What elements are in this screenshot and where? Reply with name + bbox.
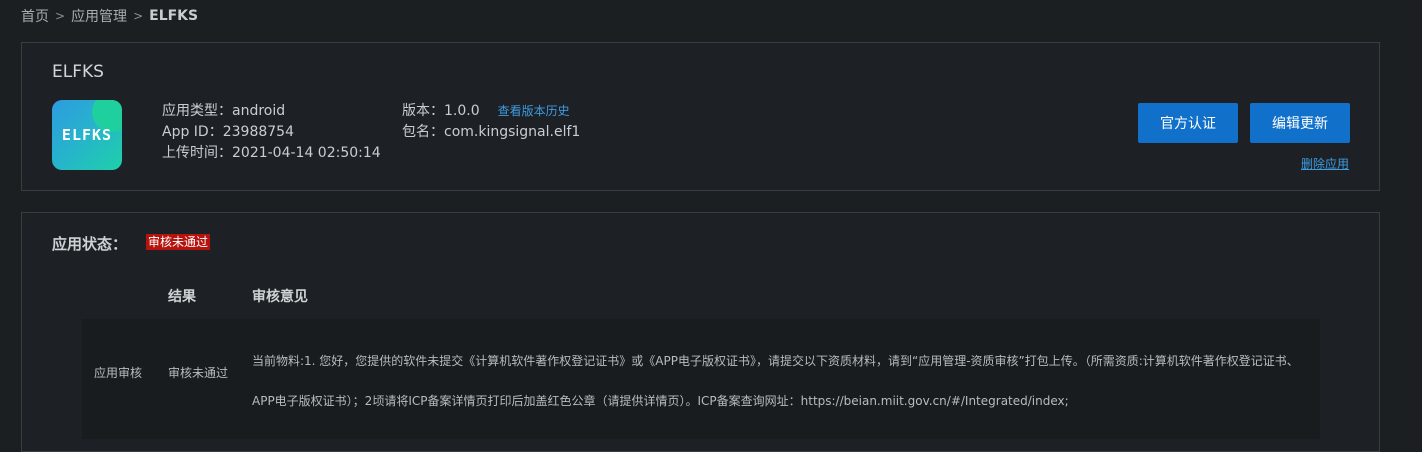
version-history-link[interactable]: 查看版本历史: [498, 104, 570, 118]
app-type-label: 应用类型：: [162, 103, 232, 119]
review-opinion-cell: 当前物料:1. 您好，您提供的软件未提交《计算机软件著作权登记证书》或《APP电…: [252, 354, 1299, 408]
app-status-label: 应用状态：: [52, 235, 128, 253]
app-id-label: App ID：: [162, 124, 223, 140]
app-title: ELFKS: [52, 62, 104, 82]
edit-update-button[interactable]: 编辑更新: [1250, 103, 1350, 143]
app-type-row: 应用类型：android: [162, 101, 381, 122]
app-icon: ELFKS: [52, 100, 122, 170]
app-info-card: ELFKS ELFKS 应用类型：android App ID：23988754…: [21, 42, 1380, 191]
chevron-right-icon: >: [55, 9, 66, 23]
app-meta-left: 应用类型：android App ID：23988754 上传时间：2021-0…: [162, 101, 381, 164]
package-label: 包名：: [402, 124, 444, 140]
app-status-card: 应用状态： 审核未通过 结果 审核意见 应用审核 审核未通过 当前物料:1. 您…: [21, 212, 1380, 452]
package-row: 包名：com.kingsignal.elf1: [402, 122, 580, 143]
column-header-result: 结果: [168, 289, 196, 305]
breadcrumb-apps[interactable]: 应用管理: [71, 6, 127, 26]
official-cert-button[interactable]: 官方认证: [1138, 103, 1238, 143]
app-icon-logo-text: ELFKS: [61, 126, 113, 144]
app-id-value: 23988754: [222, 124, 294, 140]
version-value: 1.0.0: [444, 103, 480, 119]
table-row: 应用审核 审核未通过 当前物料:1. 您好，您提供的软件未提交《计算机软件著作权…: [82, 319, 1320, 439]
breadcrumb-current: ELFKS: [149, 8, 199, 24]
app-id-row: App ID：23988754: [162, 122, 381, 143]
app-meta-right: 版本：1.0.0 查看版本历史 包名：com.kingsignal.elf1: [402, 101, 580, 143]
chevron-right-icon: >: [133, 9, 144, 23]
breadcrumb: 首页 > 应用管理 > ELFKS: [21, 7, 198, 25]
status-badge: 审核未通过: [146, 234, 211, 250]
version-row: 版本：1.0.0 查看版本历史: [402, 101, 580, 122]
review-result-cell: 审核未通过: [168, 366, 229, 380]
review-type-cell: 应用审核: [94, 366, 143, 380]
package-value: com.kingsignal.elf1: [444, 124, 581, 140]
version-label: 版本：: [402, 103, 444, 119]
upload-time-label: 上传时间：: [162, 145, 232, 161]
column-header-opinion: 审核意见: [252, 289, 308, 305]
upload-time-value: 2021-04-14 02:50:14: [232, 145, 381, 161]
breadcrumb-home[interactable]: 首页: [21, 6, 49, 26]
delete-app-link[interactable]: 删除应用: [1301, 155, 1349, 172]
app-type-value: android: [232, 103, 286, 119]
upload-time-row: 上传时间：2021-04-14 02:50:14: [162, 143, 381, 164]
